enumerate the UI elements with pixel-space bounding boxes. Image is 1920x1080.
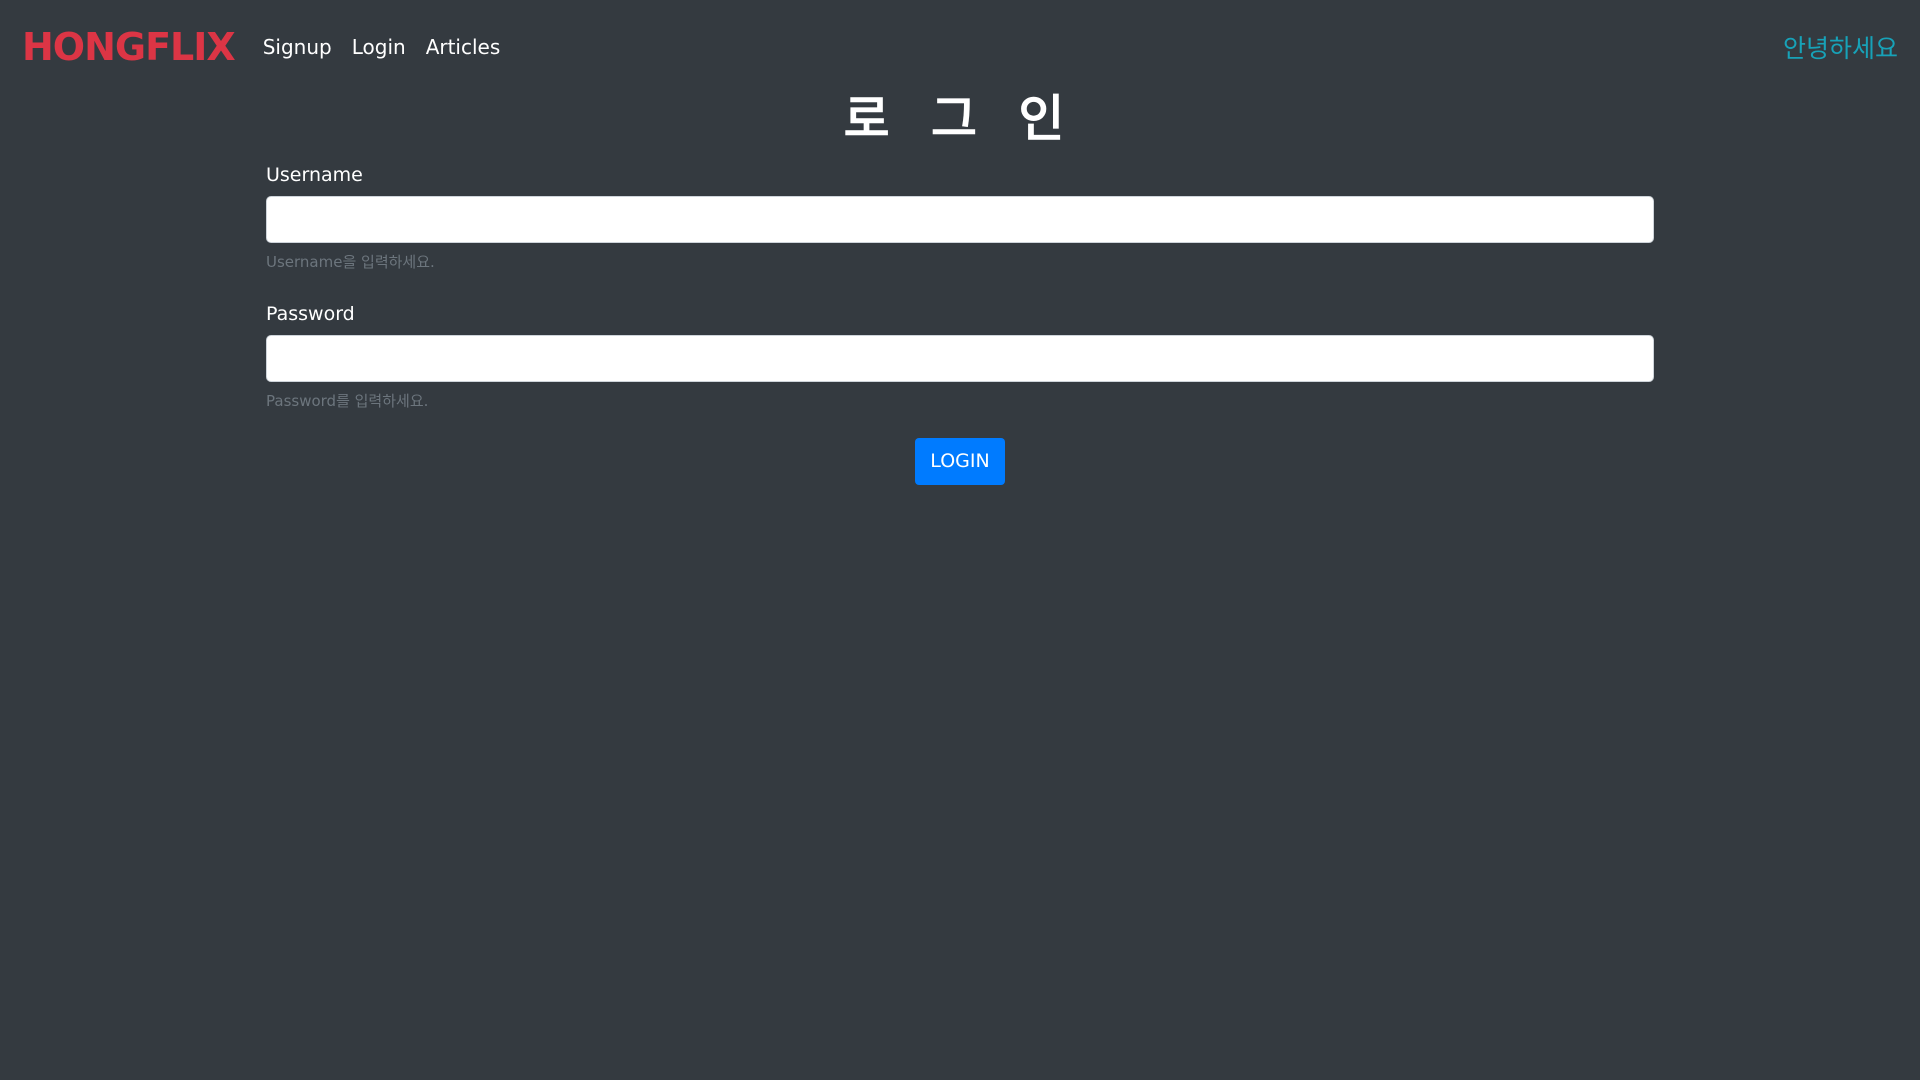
nav-link-login[interactable]: Login [352,35,406,59]
username-help-text: Username을 입력하세요. [266,253,435,271]
submit-row: LOGIN [266,438,1654,485]
password-input[interactable] [266,335,1654,382]
navbar: HONGFLIX Signup Login Articles 안녕하세요 [0,0,1920,94]
login-form: Username Username을 입력하세요. Password Passw… [266,160,1654,485]
login-container: 로 그 인 Username Username을 입력하세요. Password… [266,94,1654,485]
password-help-text: Password를 입력하세요. [266,392,429,410]
username-label: Username [266,164,363,186]
nav-link-articles[interactable]: Articles [426,35,501,59]
password-group: Password Password를 입력하세요. [266,299,1654,420]
password-label: Password [266,303,355,325]
page-title: 로 그 인 [843,90,1077,148]
username-group: Username Username을 입력하세요. [266,160,1654,281]
login-button[interactable]: LOGIN [915,438,1005,485]
greeting-text: 안녕하세요 [1782,34,1898,63]
username-input[interactable] [266,196,1654,243]
nav-links: Signup Login Articles [263,35,521,59]
nav-link-signup[interactable]: Signup [263,35,332,59]
brand-logo[interactable]: HONGFLIX [22,25,236,69]
